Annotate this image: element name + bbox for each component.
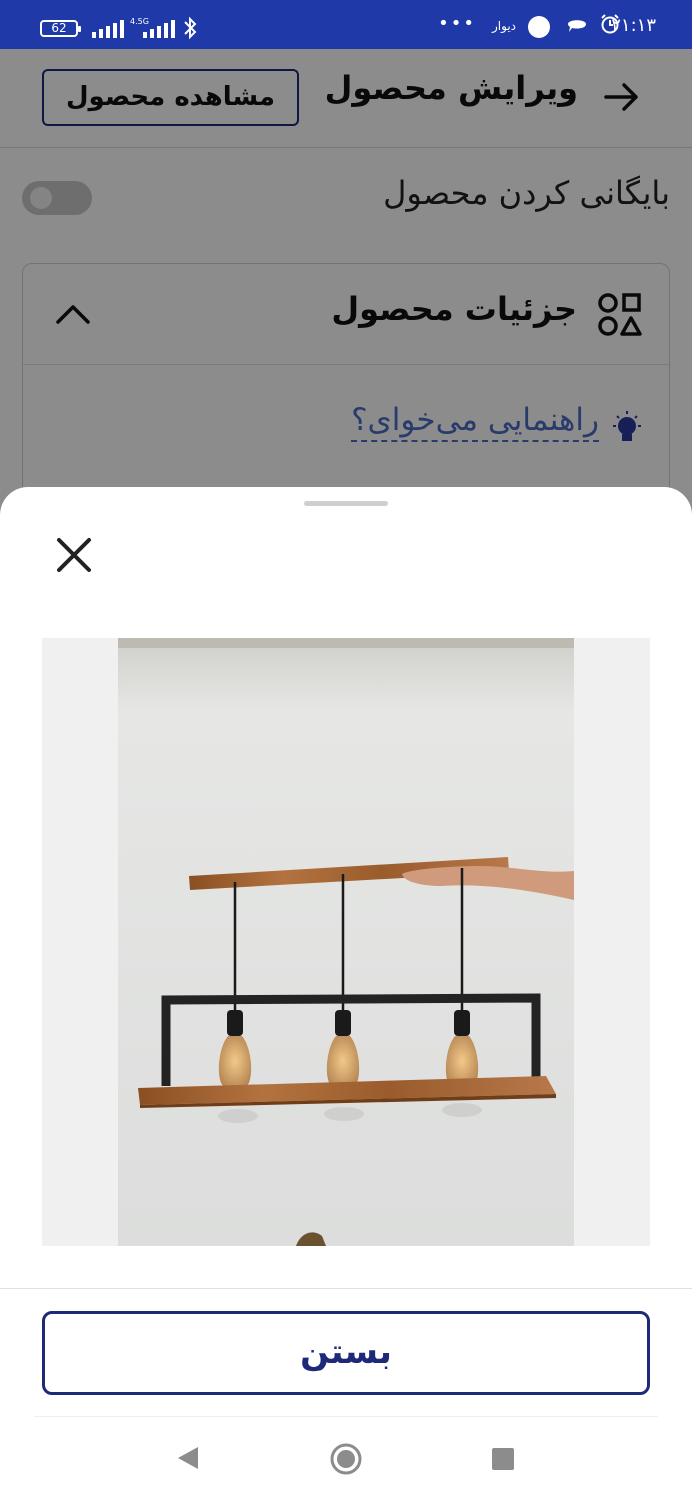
bluetooth-icon	[184, 16, 197, 40]
status-app-label: دیوار	[491, 19, 516, 33]
signal-icon-2	[143, 20, 175, 38]
close-icon[interactable]	[52, 533, 96, 577]
drag-handle[interactable]	[304, 501, 388, 506]
signal-icon	[92, 20, 124, 38]
product-photo	[42, 638, 650, 1246]
alarm-icon	[601, 14, 619, 34]
product-photo-image	[42, 638, 650, 1246]
app-face-icon	[528, 16, 550, 38]
nav-recent-icon[interactable]	[492, 1448, 514, 1470]
battery-icon: 62	[40, 20, 81, 37]
footer-divider	[0, 1288, 692, 1289]
close-sheet-button[interactable]: بستن	[42, 1311, 650, 1395]
nav-back-icon[interactable]	[176, 1445, 200, 1471]
image-preview-sheet: بستن	[0, 487, 692, 1500]
nav-divider	[34, 1416, 658, 1417]
status-bar: ۲۱:۱۳ دیوار ••• 62 4.5G	[0, 0, 692, 49]
chat-icon	[568, 20, 586, 32]
status-more-dots: •••	[438, 13, 476, 34]
nav-home-icon[interactable]	[330, 1443, 362, 1475]
